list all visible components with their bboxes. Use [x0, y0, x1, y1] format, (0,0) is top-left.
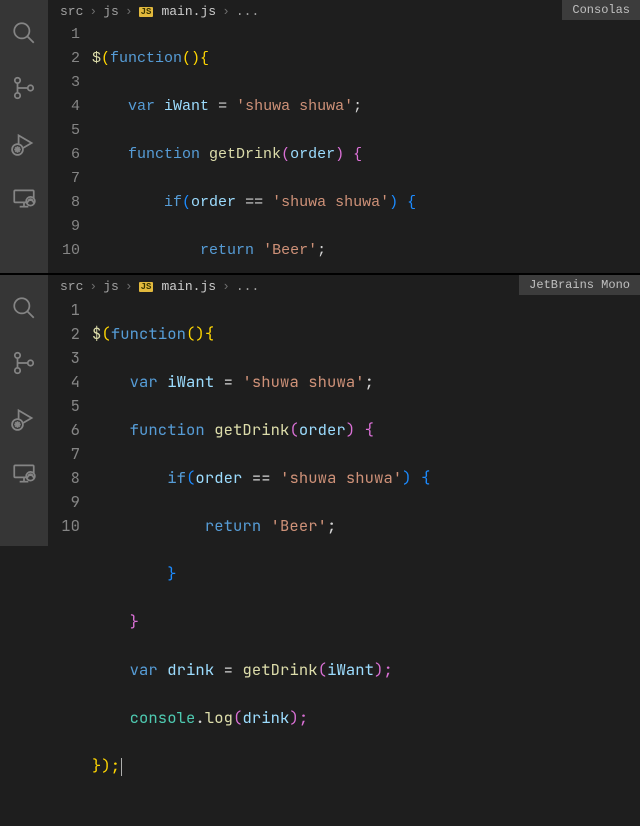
- chevron-right-icon: ›: [125, 4, 133, 19]
- breadcrumb-segment[interactable]: js: [103, 4, 119, 19]
- activity-bar: [0, 0, 48, 273]
- search-icon[interactable]: [11, 20, 37, 51]
- code-area[interactable]: 1 2 3 4 5 6 7 8 9 10 $(function(){ var i…: [48, 298, 640, 826]
- remote-icon[interactable]: [11, 460, 37, 491]
- font-label: Consolas: [562, 0, 640, 20]
- breadcrumb-file[interactable]: main.js: [161, 4, 216, 19]
- debug-icon[interactable]: [11, 405, 37, 436]
- text-cursor: [121, 758, 122, 776]
- remote-icon[interactable]: [11, 185, 37, 216]
- breadcrumb-segment[interactable]: js: [103, 279, 119, 294]
- line-number-gutter: 1 2 3 4 5 6 7 8 9 10: [48, 298, 92, 826]
- source-control-icon[interactable]: [11, 75, 37, 106]
- editor-pane-jetbrains: JetBrains Mono src › js › JS main.js › .…: [0, 273, 640, 546]
- font-label: JetBrains Mono: [519, 275, 640, 295]
- breadcrumb-segment[interactable]: src: [60, 4, 83, 19]
- breadcrumb-symbol[interactable]: ...: [236, 279, 259, 294]
- js-file-icon: JS: [139, 282, 154, 292]
- chevron-right-icon: ›: [89, 4, 97, 19]
- code-editor[interactable]: JetBrains Mono src › js › JS main.js › .…: [48, 275, 640, 546]
- breadcrumb-file[interactable]: main.js: [161, 279, 216, 294]
- breadcrumb-symbol[interactable]: ...: [236, 4, 259, 19]
- debug-icon[interactable]: [11, 130, 37, 161]
- search-icon[interactable]: [11, 295, 37, 326]
- editor-pane-consolas: Consolas src › js › JS main.js › ... 1 2…: [0, 0, 640, 273]
- source-control-icon[interactable]: [11, 350, 37, 381]
- chevron-right-icon: ›: [222, 279, 230, 294]
- code-editor[interactable]: Consolas src › js › JS main.js › ... 1 2…: [48, 0, 640, 273]
- chevron-right-icon: ›: [222, 4, 230, 19]
- breadcrumb-segment[interactable]: src: [60, 279, 83, 294]
- breadcrumb[interactable]: src › js › JS main.js › ...: [48, 0, 640, 23]
- code-content[interactable]: $(function(){ var iWant = 'shuwa shuwa';…: [92, 298, 640, 826]
- chevron-right-icon: ›: [89, 279, 97, 294]
- js-file-icon: JS: [139, 7, 154, 17]
- chevron-right-icon: ›: [125, 279, 133, 294]
- activity-bar: [0, 275, 48, 546]
